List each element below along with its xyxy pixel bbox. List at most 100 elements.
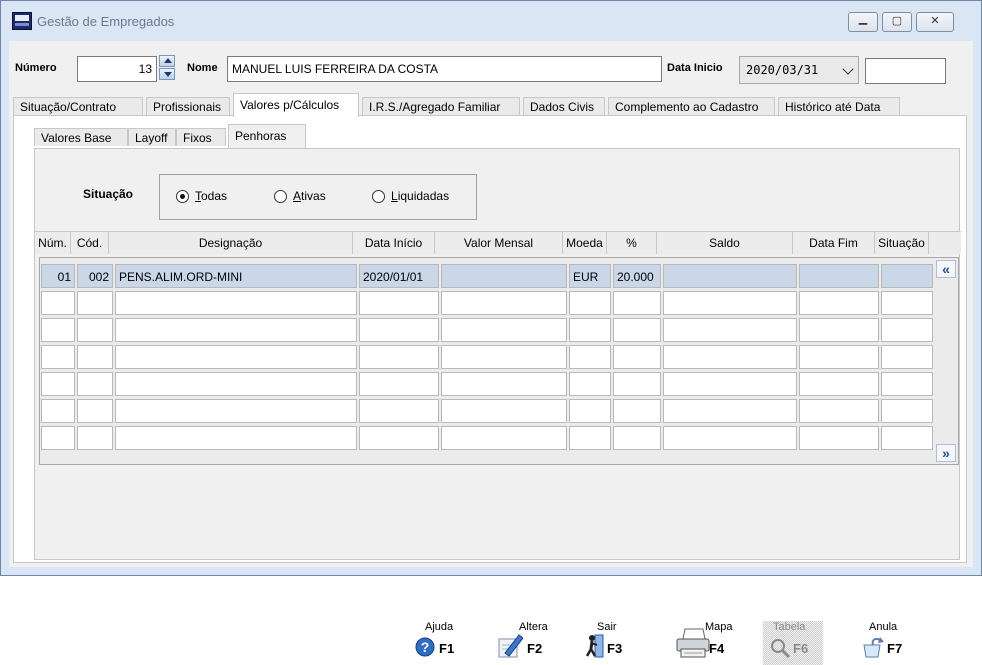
cell-situacao[interactable] [881, 372, 933, 396]
cell-situacao[interactable] [881, 399, 933, 423]
column-header-valor-mensal[interactable]: Valor Mensal [435, 232, 563, 254]
cell-data-fim[interactable] [799, 345, 879, 369]
cell-situacao[interactable] [881, 264, 933, 288]
cell-valor-mensal[interactable] [441, 399, 567, 423]
cell-data-inicio[interactable] [359, 399, 439, 423]
cell-valor-mensal[interactable] [441, 318, 567, 342]
data-inicio-combo[interactable]: 2020/03/31 [739, 56, 859, 84]
cell-num[interactable]: 01 [41, 264, 75, 288]
cell-designacao[interactable] [115, 399, 357, 423]
scroll-down-button[interactable]: » [936, 444, 956, 462]
cell-moeda[interactable]: EUR [569, 264, 611, 288]
cell-saldo[interactable] [663, 291, 797, 315]
cell-cod[interactable] [77, 291, 113, 315]
cell-percent[interactable]: 20.000 [613, 264, 661, 288]
cell-cod[interactable]: 002 [77, 264, 113, 288]
tab-profissionais[interactable]: Profissionais [146, 97, 230, 115]
subtab-penhoras[interactable]: Penhoras [228, 124, 306, 148]
cell-moeda[interactable] [569, 318, 611, 342]
tab-valores-calculos[interactable]: Valores p/Cálculos [233, 93, 359, 117]
cell-cod[interactable] [77, 318, 113, 342]
column-header-saldo[interactable]: Saldo [657, 232, 793, 254]
cell-moeda[interactable] [569, 399, 611, 423]
cell-valor-mensal[interactable] [441, 345, 567, 369]
altera-button[interactable]: Altera F2 [495, 621, 555, 665]
cell-percent[interactable] [613, 291, 661, 315]
cell-cod[interactable] [77, 426, 113, 450]
cell-percent[interactable] [613, 345, 661, 369]
anula-button[interactable]: Anula F7 [855, 621, 915, 665]
title-bar[interactable]: Gestão de Empregados ▁ ▢ ✕ [1, 1, 981, 41]
cell-data-inicio[interactable] [359, 318, 439, 342]
scroll-up-button[interactable]: « [936, 260, 956, 278]
cell-percent[interactable] [613, 372, 661, 396]
numero-input[interactable]: 13 [77, 56, 157, 82]
column-header-moeda[interactable]: Moeda [563, 232, 607, 254]
cell-data-fim[interactable] [799, 318, 879, 342]
mapa-button[interactable]: Mapa F4 [675, 621, 735, 665]
tab-historico-data[interactable]: Histórico até Data [778, 97, 900, 115]
cell-num[interactable] [41, 318, 75, 342]
cell-valor-mensal[interactable] [441, 291, 567, 315]
tabela-button[interactable]: Tabela F6 [763, 621, 823, 665]
tab-complemento-cadastro[interactable]: Complemento ao Cadastro [608, 97, 775, 115]
cell-moeda[interactable] [569, 345, 611, 369]
cell-num[interactable] [41, 426, 75, 450]
cell-data-inicio[interactable]: 2020/01/01 [359, 264, 439, 288]
column-header-data-fim[interactable]: Data Fim [793, 232, 875, 254]
cell-valor-mensal[interactable] [441, 426, 567, 450]
column-header-data-inicio[interactable]: Data Início [353, 232, 435, 254]
close-button[interactable]: ✕ [916, 12, 954, 32]
cell-designacao[interactable] [115, 291, 357, 315]
cell-cod[interactable] [77, 372, 113, 396]
cell-data-inicio[interactable] [359, 426, 439, 450]
cell-designacao[interactable] [115, 318, 357, 342]
cell-data-fim[interactable] [799, 264, 879, 288]
cell-situacao[interactable] [881, 426, 933, 450]
column-header-percent[interactable]: % [607, 232, 657, 254]
cell-saldo[interactable] [663, 264, 797, 288]
cell-valor-mensal[interactable] [441, 372, 567, 396]
cell-num[interactable] [41, 291, 75, 315]
cell-saldo[interactable] [663, 426, 797, 450]
cell-num[interactable] [41, 372, 75, 396]
cell-situacao[interactable] [881, 291, 933, 315]
tab-dados-civis[interactable]: Dados Civis [523, 97, 605, 115]
subtab-layoff[interactable]: Layoff [128, 128, 176, 146]
cell-cod[interactable] [77, 399, 113, 423]
subtab-fixos[interactable]: Fixos [176, 128, 226, 146]
cell-data-fim[interactable] [799, 291, 879, 315]
cell-designacao[interactable] [115, 426, 357, 450]
cell-data-inicio[interactable] [359, 345, 439, 369]
cell-moeda[interactable] [569, 426, 611, 450]
cell-data-fim[interactable] [799, 426, 879, 450]
cell-situacao[interactable] [881, 345, 933, 369]
subtab-valores-base[interactable]: Valores Base [34, 128, 128, 146]
nome-input[interactable]: MANUEL LUIS FERREIRA DA COSTA [227, 56, 662, 82]
column-header-situacao[interactable]: Situação [875, 232, 929, 254]
cell-data-inicio[interactable] [359, 372, 439, 396]
cell-moeda[interactable] [569, 291, 611, 315]
cell-percent[interactable] [613, 318, 661, 342]
extra-input[interactable] [865, 58, 946, 84]
cell-moeda[interactable] [569, 372, 611, 396]
cell-num[interactable] [41, 399, 75, 423]
maximize-button[interactable]: ▢ [882, 12, 912, 32]
cell-saldo[interactable] [663, 372, 797, 396]
column-header-num[interactable]: Núm. [35, 232, 71, 254]
cell-saldo[interactable] [663, 318, 797, 342]
tab-irs-agregado[interactable]: I.R.S./Agregado Familiar [362, 97, 520, 115]
cell-situacao[interactable] [881, 318, 933, 342]
cell-designacao[interactable] [115, 372, 357, 396]
cell-saldo[interactable] [663, 345, 797, 369]
cell-data-inicio[interactable] [359, 291, 439, 315]
cell-saldo[interactable] [663, 399, 797, 423]
cell-cod[interactable] [77, 345, 113, 369]
ajuda-button[interactable]: Ajuda ? F1 [413, 621, 473, 665]
cell-data-fim[interactable] [799, 399, 879, 423]
cell-percent[interactable] [613, 399, 661, 423]
cell-valor-mensal[interactable] [441, 264, 567, 288]
cell-designacao[interactable] [115, 345, 357, 369]
cell-data-fim[interactable] [799, 372, 879, 396]
column-header-cod[interactable]: Cód. [71, 232, 109, 254]
